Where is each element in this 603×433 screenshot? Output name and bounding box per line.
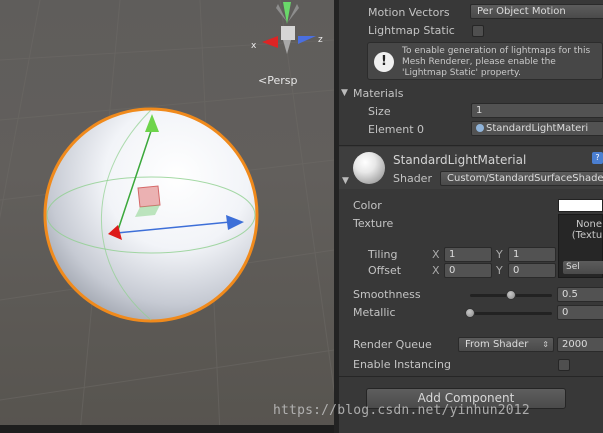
smoothness-slider-thumb[interactable] [506, 290, 516, 300]
scene-grid-and-sphere [0, 0, 334, 433]
persp-toggle[interactable]: <Persp [258, 74, 297, 87]
orientation-gizmo[interactable] [262, 2, 316, 54]
tiling-y-label: Y [496, 248, 503, 261]
offset-row: Offset X 0 Y 0 [339, 262, 603, 280]
render-queue-field[interactable]: 2000 [557, 337, 603, 352]
offset-y-label: Y [496, 264, 503, 277]
material-preview-icon [353, 152, 385, 184]
metallic-field[interactable]: 0 [557, 305, 603, 320]
shader-dropdown[interactable]: Custom/StandardSurfaceShade [440, 171, 603, 186]
enable-instancing-checkbox[interactable] [558, 359, 570, 371]
material-name: StandardLightMaterial [393, 153, 527, 167]
smoothness-label: Smoothness [353, 288, 421, 301]
smoothness-field[interactable]: 0.5 [557, 287, 603, 302]
render-queue-dropdown[interactable]: From Shader ⇕ [458, 337, 554, 352]
metallic-slider-track[interactable] [470, 312, 552, 315]
offset-label: Offset [368, 264, 402, 277]
materials-label: Materials [353, 87, 404, 100]
lightmap-static-label: Lightmap Static [368, 24, 455, 37]
tiling-x-field[interactable]: 1 [444, 247, 492, 262]
motion-vectors-label: Motion Vectors [368, 6, 450, 19]
persp-label: Persp [267, 74, 298, 87]
lightmap-static-checkbox[interactable] [472, 25, 484, 37]
color-label: Color [353, 199, 382, 212]
separator [339, 145, 603, 146]
render-queue-label: Render Queue [353, 338, 432, 351]
tiling-y-field[interactable]: 1 [508, 247, 556, 262]
render-queue-row: Render Queue From Shader ⇕ 2000 [339, 336, 603, 354]
motion-vectors-dropdown[interactable]: Per Object Motion [470, 4, 603, 19]
lightmap-static-row: Lightmap Static [339, 22, 603, 40]
enable-instancing-row: Enable Instancing [339, 356, 603, 374]
lightmap-help-box: ! To enable generation of lightmaps for … [367, 42, 603, 80]
offset-x-label: X [432, 264, 440, 277]
metallic-label: Metallic [353, 306, 396, 319]
dropdown-arrows-icon: ⇕ [542, 340, 549, 349]
element0-value: StandardLightMateri [486, 123, 589, 134]
offset-y-field[interactable]: 0 [508, 263, 556, 278]
color-swatch[interactable] [558, 199, 603, 212]
material-foldout-icon[interactable]: ▼ [342, 176, 349, 186]
separator [339, 376, 603, 377]
materials-size-field[interactable]: 1 [471, 103, 603, 118]
materials-foldout[interactable]: ▼ Materials [339, 85, 603, 103]
texture-label: Texture [353, 217, 394, 230]
metallic-slider-thumb[interactable] [465, 308, 475, 318]
element0-row: Element 0 StandardLightMateri [339, 121, 603, 139]
element0-field[interactable]: StandardLightMateri [471, 121, 603, 136]
tiling-label: Tiling [368, 248, 398, 261]
help-text: To enable generation of lightmaps for th… [402, 46, 591, 78]
enable-instancing-label: Enable Instancing [353, 358, 451, 371]
scene-bottom-bar [0, 425, 334, 433]
render-queue-dropdown-value: From Shader [465, 339, 529, 350]
metallic-row: Metallic 0 [339, 304, 603, 322]
tiling-x-label: X [432, 248, 440, 261]
motion-vectors-value: Per Object Motion [477, 6, 566, 17]
smoothness-row: Smoothness 0.5 [339, 286, 603, 304]
texture-none-label: None (Textur [571, 219, 603, 241]
gizmo-x-label: x [251, 41, 257, 51]
gizmo-z-label: z [318, 35, 323, 45]
watermark: https://blog.csdn.net/yinhun2012 [273, 403, 530, 418]
material-header: StandardLightMaterial ? ▼ Shader Custom/… [339, 147, 603, 189]
foldout-arrow-icon: ▼ [341, 88, 348, 98]
element0-label: Element 0 [368, 123, 425, 136]
material-dot-icon [476, 124, 484, 132]
inspector-panel: Motion Vectors Per Object Motion Lightma… [339, 0, 603, 433]
materials-size-row: Size 1 [339, 103, 603, 121]
materials-size-label: Size [368, 105, 391, 118]
scene-view[interactable]: x z <Persp [0, 0, 334, 433]
shader-label: Shader [393, 172, 432, 185]
help-icon[interactable]: ? [592, 152, 603, 164]
info-icon: ! [374, 52, 394, 72]
motion-vectors-row: Motion Vectors Per Object Motion [339, 4, 603, 22]
shader-value: Custom/StandardSurfaceShade [447, 173, 603, 184]
offset-x-field[interactable]: 0 [444, 263, 492, 278]
